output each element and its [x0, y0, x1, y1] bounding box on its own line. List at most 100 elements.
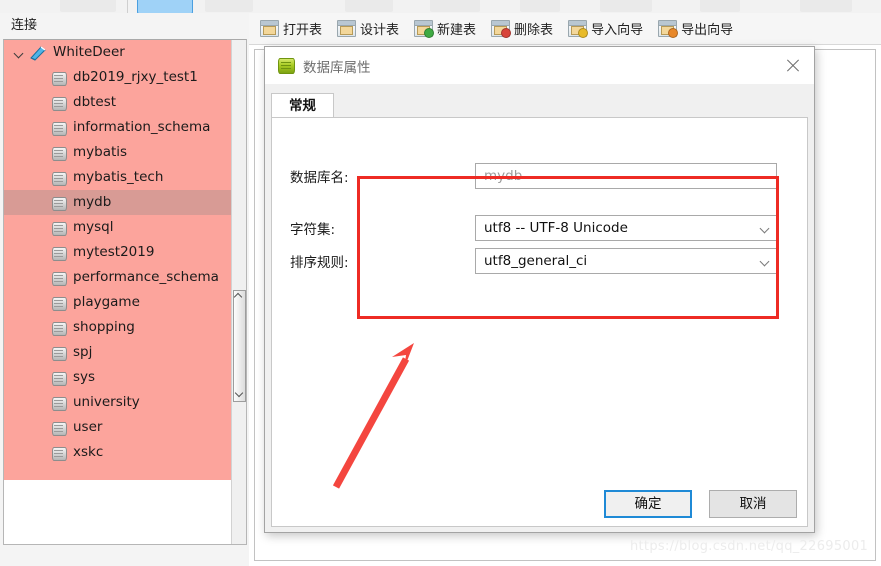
database-icon: [51, 245, 67, 261]
ribbon-ghost-button[interactable]: [345, 0, 393, 12]
form-row-db-name: 数据库名: mydb: [290, 163, 777, 189]
ribbon-ghost-button[interactable]: [520, 0, 560, 12]
form-row-charset: 字符集: utf8 -- UTF-8 Unicode: [290, 215, 777, 241]
tree-item-label: university: [73, 394, 140, 410]
close-icon[interactable]: [782, 56, 804, 76]
scroll-up-icon[interactable]: [234, 292, 243, 301]
tree-scrollbar-thumb[interactable]: [233, 290, 246, 402]
tree-item-database[interactable]: mydb: [4, 190, 246, 215]
tree-item-database[interactable]: xskc: [4, 440, 246, 465]
database-icon: [51, 220, 67, 236]
tree-item-database[interactable]: mybatis: [4, 140, 246, 165]
tree-item-label: mybatis: [73, 144, 128, 160]
toolbar-item-label: 新建表: [437, 23, 477, 38]
collation-combobox[interactable]: utf8_general_ci: [475, 248, 777, 274]
tree-item-database[interactable]: performance_schema: [4, 265, 246, 290]
tree-item-database[interactable]: university: [4, 390, 246, 415]
tree-item-label: shopping: [73, 319, 135, 335]
tree-item-database[interactable]: spj: [4, 340, 246, 365]
export-wizard-icon: [658, 20, 679, 38]
db-name-label: 数据库名:: [290, 170, 349, 186]
connections-panel: 连接 WhiteDeer db2019_rjxy_test1 dbtest info…: [0, 13, 249, 566]
toolbar-item-3[interactable]: 新建表: [414, 19, 476, 38]
charset-value: utf8 -- UTF-8 Unicode: [484, 220, 628, 236]
toolbar-item-label: 设计表: [360, 23, 400, 38]
tab-general[interactable]: 常规: [271, 93, 334, 118]
database-icon: [51, 145, 67, 161]
toolbar-item-label: 删除表: [514, 23, 554, 38]
tree-item-label: dbtest: [73, 94, 117, 110]
db-name-input[interactable]: mydb: [475, 163, 777, 189]
cancel-button[interactable]: 取消: [709, 490, 797, 518]
chevron-down-icon[interactable]: [761, 225, 769, 233]
tree-item-database[interactable]: shopping: [4, 315, 246, 340]
toolbar-item-label: 导入向导: [591, 23, 644, 38]
tree-item-label: WhiteDeer: [53, 44, 125, 60]
dialog-button-row: 确定 取消: [265, 490, 814, 520]
database-icon: [51, 420, 67, 436]
delete-table-icon: [491, 20, 512, 38]
design-table-icon: [337, 20, 357, 37]
ribbon-ghost-button[interactable]: [205, 0, 253, 12]
connections-tree[interactable]: WhiteDeer db2019_rjxy_test1dbtest informa…: [3, 39, 247, 545]
charset-label: 字符集:: [290, 222, 336, 238]
tree-item-label: sys: [73, 369, 96, 385]
database-icon: [51, 295, 67, 311]
database-icon: [51, 120, 67, 136]
tree-item-label: spj: [73, 344, 93, 360]
ribbon-ghost-button[interactable]: [600, 0, 652, 12]
chevron-down-icon[interactable]: [12, 46, 26, 60]
dialog-title: 数据库属性: [303, 59, 371, 76]
tree-item-label: information_schema: [73, 119, 211, 135]
tree-rows: WhiteDeer db2019_rjxy_test1dbtest informa…: [4, 40, 246, 465]
ribbon-selected-button[interactable]: [137, 0, 193, 13]
dialog-tabstrip: 常规: [271, 93, 808, 118]
tree-item-label: user: [73, 419, 103, 435]
tree-item-label: db2019_rjxy_test1: [73, 69, 198, 85]
charset-combobox[interactable]: utf8 -- UTF-8 Unicode: [475, 215, 777, 241]
database-icon: [51, 70, 67, 86]
database-properties-dialog: 数据库属性 常规 数据库名: mydb 字符集: utf8 -- UTF-8 U…: [264, 46, 815, 533]
ribbon-ghost-button[interactable]: [60, 0, 116, 12]
ribbon-ghost-button[interactable]: [430, 0, 480, 12]
tree-item-database[interactable]: sys: [4, 365, 246, 390]
connection-icon: [28, 45, 48, 61]
dialog-body: 常规 数据库名: mydb 字符集: utf8 -- UTF-8 Unicode…: [265, 84, 814, 532]
database-icon: [278, 57, 295, 74]
toolbar-item-5[interactable]: 导入向导: [568, 19, 643, 38]
toolbar-item-1[interactable]: 打开表: [260, 19, 322, 38]
scroll-down-icon[interactable]: [234, 389, 243, 398]
tree-item-database[interactable]: mytest2019: [4, 240, 246, 265]
tree-item-database[interactable]: playgame: [4, 290, 246, 315]
ribbon-ghost-button[interactable]: [800, 0, 852, 12]
collation-label: 排序规则:: [290, 255, 349, 271]
tree-item-database[interactable]: dbtest: [4, 90, 246, 115]
database-icon: [51, 320, 67, 336]
ribbon-ghost-button[interactable]: [700, 0, 740, 12]
tree-scrollbar[interactable]: [231, 40, 246, 544]
tree-item-database[interactable]: user: [4, 415, 246, 440]
tree-item-connection-root[interactable]: WhiteDeer: [4, 40, 246, 65]
chevron-down-icon[interactable]: [761, 258, 769, 266]
database-icon: [51, 445, 67, 461]
tree-item-database[interactable]: information_schema: [4, 115, 246, 140]
top-ribbon-strip: [0, 0, 881, 14]
tree-item-label: mytest2019: [73, 244, 155, 260]
tree-item-label: performance_schema: [73, 269, 219, 285]
toolbar-item-4[interactable]: 删除表: [491, 19, 553, 38]
toolbar-item-2[interactable]: 设计表: [337, 19, 399, 38]
tree-item-database[interactable]: mysql: [4, 215, 246, 240]
dialog-titlebar: 数据库属性: [265, 47, 814, 84]
toolbar-item-6[interactable]: 导出向导: [658, 19, 733, 38]
tree-item-label: mysql: [73, 219, 114, 235]
tree-item-database[interactable]: db2019_rjxy_test1: [4, 65, 246, 90]
import-wizard-icon: [568, 20, 589, 38]
database-icon: [51, 370, 67, 386]
ok-button[interactable]: 确定: [604, 490, 692, 518]
database-icon: [51, 395, 67, 411]
tree-item-label: playgame: [73, 294, 140, 310]
tree-item-database[interactable]: mybatis_tech: [4, 165, 246, 190]
tree-item-label: xskc: [73, 444, 104, 460]
open-table-icon: [260, 20, 279, 37]
tab-panel-general: 数据库名: mydb 字符集: utf8 -- UTF-8 Unicode 排序…: [271, 117, 808, 527]
